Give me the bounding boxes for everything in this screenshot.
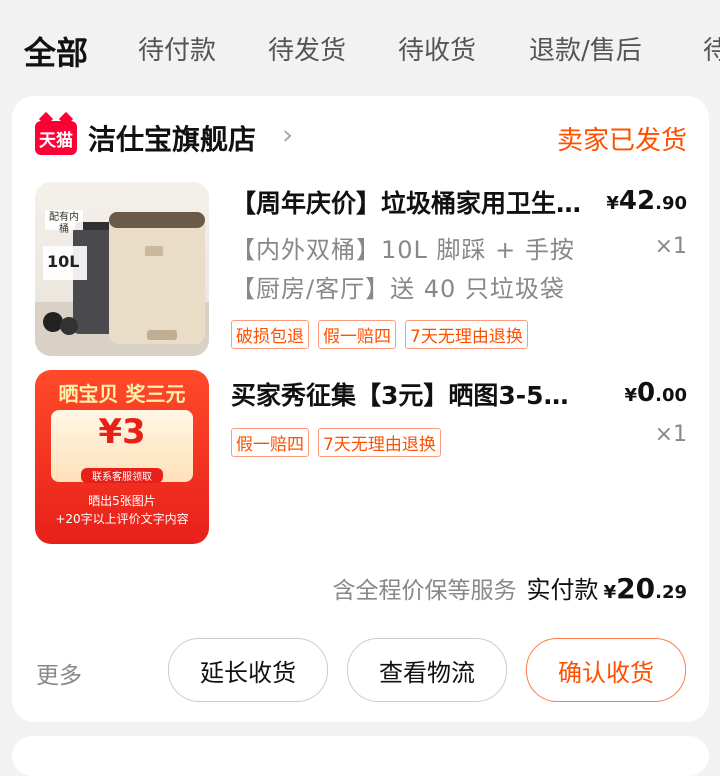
item-title[interactable]: 买家秀征集【3元】晒图3-5张图片 (231, 376, 591, 412)
tab-all[interactable]: 全部 (24, 28, 88, 74)
order-card: 天猫 洁仕宝旗舰店 › 卖家已发货 配有内桶 10L 【周年庆价】垃圾桶家用卫生… (12, 96, 709, 722)
more-link[interactable]: 更多 (36, 656, 82, 690)
order-status: 卖家已发货 (556, 126, 687, 156)
tab-pending-review[interactable]: 待 (703, 30, 720, 67)
confirm-receipt-button[interactable]: 确认收货 (526, 638, 686, 702)
thumb-badge: 配有内桶 (49, 212, 79, 235)
item-price: ¥42.90 (606, 186, 687, 216)
tag-damage-refund: 破损包退 (231, 320, 309, 349)
item-quantity: ×1 (654, 234, 687, 259)
tab-refund-aftersale[interactable]: 退款/售后 (529, 30, 642, 67)
tag-fake-compensation: 假一赔四 (231, 428, 309, 457)
thumb-capacity: 10L (47, 252, 80, 271)
tmall-logo-icon: 天猫 (35, 111, 77, 155)
item-tags: 破损包退 假一赔四 7天无理由退换 (231, 320, 528, 349)
order-tabs: 全部 待付款 待发货 待收货 退款/售后 待 (0, 0, 720, 96)
tag-7day-return: 7天无理由退换 (405, 320, 528, 349)
tag-7day-return: 7天无理由退换 (318, 428, 441, 457)
view-logistics-button[interactable]: 查看物流 (347, 638, 507, 702)
item-spec-line2: 【厨房/客厅】送 40 只垃圾袋 (231, 275, 565, 303)
tab-pending-shipment[interactable]: 待发货 (268, 30, 346, 67)
paid-label: 实付款 (526, 576, 599, 604)
item-price: ¥0.00 (624, 378, 687, 408)
service-note: 含全程价保等服务 (332, 578, 517, 604)
shop-name[interactable]: 洁仕宝旗舰店 (88, 118, 256, 158)
thumb-line1: 晒出5张图片 (88, 494, 156, 508)
product-image-trash-bin[interactable]: 配有内桶 10L (35, 182, 209, 356)
thumb-line2: +20字以上评价文字内容 (55, 512, 189, 526)
item-title[interactable]: 【周年庆价】垃圾桶家用卫生间厕所 (231, 184, 591, 220)
order-total: 含全程价保等服务 实付款 ¥20.29 (332, 572, 687, 605)
next-order-card (12, 736, 709, 776)
thumb-contact: 联系客服领取 (81, 468, 163, 483)
item-quantity: ×1 (654, 422, 687, 447)
thumb-amount: ¥3 (98, 412, 146, 452)
product-image-review-reward[interactable]: 晒宝贝 奖三元 ¥3 联系客服领取 晒出5张图片 +20字以上评价文字内容 (35, 370, 209, 544)
tab-pending-payment[interactable]: 待付款 (138, 30, 216, 67)
chevron-right-icon[interactable]: › (282, 118, 293, 151)
item-spec-line1: 【内外双桶】10L 脚踩 + 手按 (231, 236, 575, 264)
item-tags: 假一赔四 7天无理由退换 (231, 428, 441, 457)
platform-badge: 天猫 (39, 131, 73, 151)
tag-fake-compensation: 假一赔四 (318, 320, 396, 349)
thumb-headline: 晒宝贝 奖三元 (58, 382, 186, 406)
tab-pending-receipt[interactable]: 待收货 (398, 30, 476, 67)
extend-receipt-button[interactable]: 延长收货 (168, 638, 328, 702)
paid-amount: 20 (616, 572, 656, 605)
